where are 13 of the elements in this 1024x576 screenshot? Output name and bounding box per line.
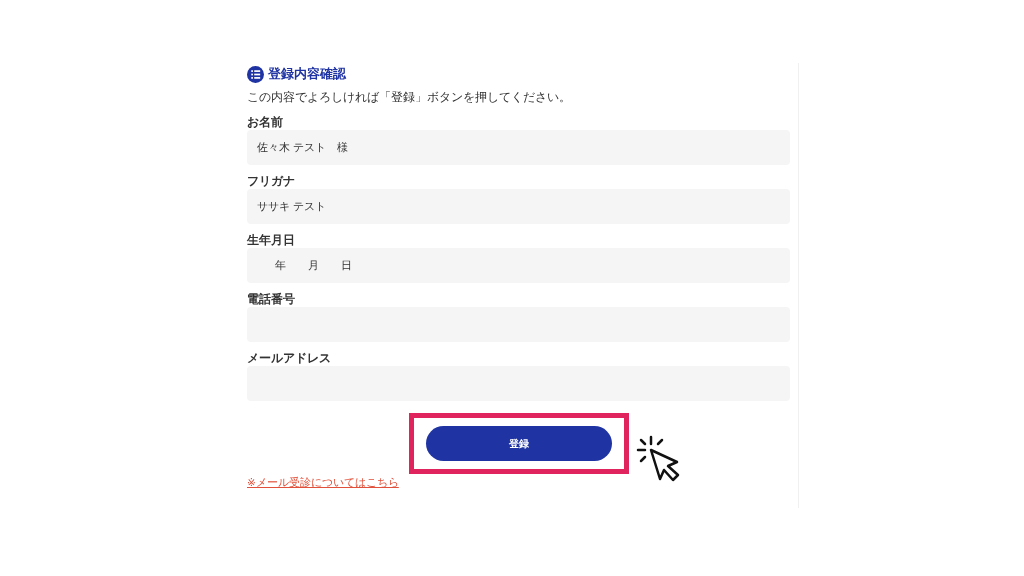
field-label: 生年月日	[247, 232, 296, 248]
date-field[interactable]: 年 月 日	[247, 248, 790, 283]
field-label: お名前	[247, 114, 284, 130]
page-title: 登録内容確認	[268, 65, 346, 83]
value-field[interactable]: ササキ テスト	[247, 189, 790, 224]
mail-info-link[interactable]: ※メール受診についてはこちら	[247, 476, 399, 490]
field-label: メールアドレス	[247, 350, 332, 366]
list-icon	[247, 65, 264, 83]
instruction-text: この内容でよろしければ「登録」ボタンを押してください。	[247, 89, 572, 106]
field-label: 電話番号	[247, 291, 296, 307]
field-label: フリガナ	[247, 173, 296, 189]
value-field[interactable]: 佐々木 テスト 様	[247, 130, 790, 165]
register-button[interactable]: 登録	[425, 426, 612, 461]
